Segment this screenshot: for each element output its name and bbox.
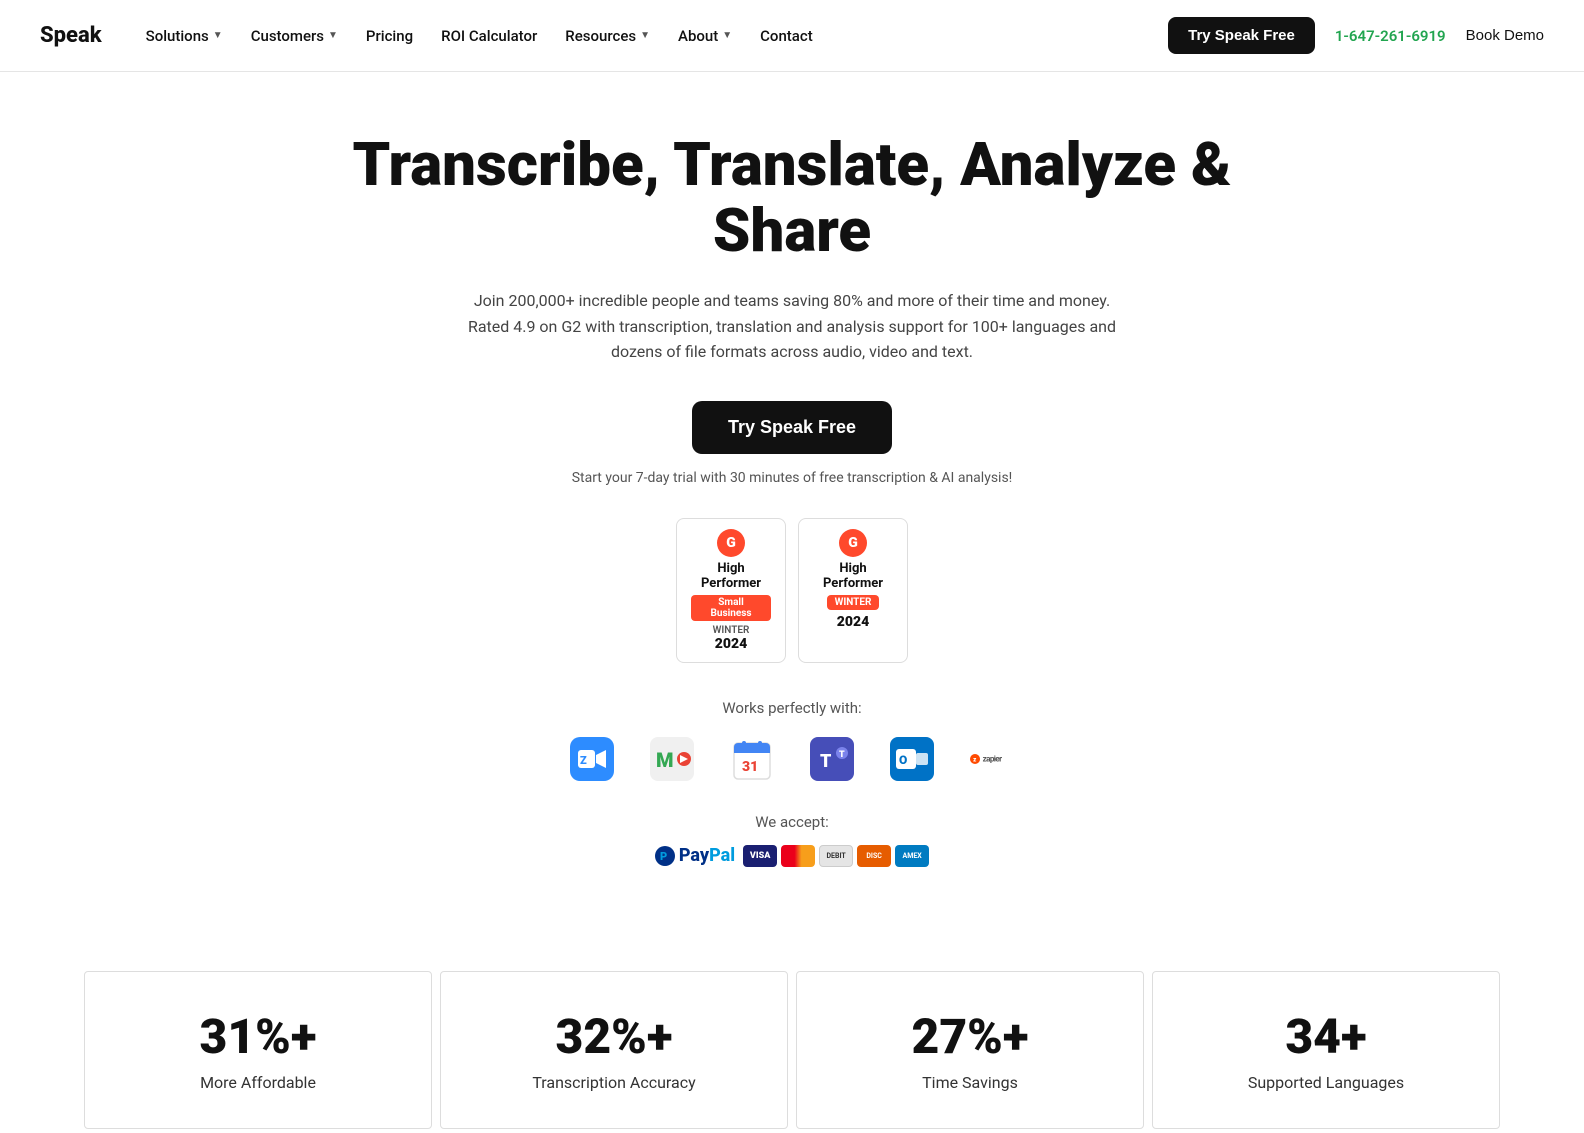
chevron-down-icon: ▼: [640, 30, 650, 41]
stat-label-time: Time Savings: [922, 1073, 1018, 1092]
outlook-icon: O: [890, 737, 934, 781]
google-meet-icon: M: [650, 737, 694, 781]
hero-title: Transcribe, Translate, Analyze & Share: [342, 132, 1242, 264]
nav-pricing[interactable]: Pricing: [354, 19, 425, 53]
stat-label-languages: Supported Languages: [1248, 1073, 1404, 1092]
accept-label: We accept:: [755, 813, 829, 831]
integrations-list: Z M 31 T: [570, 737, 1014, 781]
stat-label-affordable: More Affordable: [200, 1073, 316, 1092]
works-with-label: Works perfectly with:: [722, 699, 861, 717]
visa-card-logo: VISA: [743, 845, 777, 867]
svg-text:31: 31: [742, 759, 758, 775]
navbar: Speak Solutions ▼ Customers ▼ Pricing RO…: [0, 0, 1584, 72]
stat-number-time: 27%+: [912, 1008, 1029, 1065]
svg-text:M: M: [656, 748, 674, 772]
svg-text:zapier: zapier: [983, 753, 1003, 763]
nav-resources[interactable]: Resources ▼: [553, 19, 662, 53]
stat-number-languages: 34+: [1285, 1008, 1366, 1065]
trial-text: Start your 7-day trial with 30 minutes o…: [572, 470, 1013, 486]
nav-customers[interactable]: Customers ▼: [239, 19, 350, 53]
google-calendar-icon: 31: [730, 737, 774, 781]
g2-badges: G High Performer Small Business WINTER 2…: [676, 518, 908, 663]
stat-number-accuracy: 32%+: [556, 1008, 673, 1065]
stat-more-affordable: 31%+ More Affordable: [84, 971, 432, 1129]
g2-badge-winter: G High Performer WINTER 2024: [798, 518, 908, 663]
svg-text:Z: Z: [580, 754, 587, 767]
chevron-down-icon: ▼: [722, 30, 732, 41]
amex-logo: AMEX: [895, 845, 929, 867]
zapier-icon: z zapier: [970, 737, 1014, 781]
nav-about[interactable]: About ▼: [666, 19, 744, 53]
hero-subtitle: Join 200,000+ incredible people and team…: [452, 288, 1132, 365]
hero-section: Transcribe, Translate, Analyze & Share J…: [0, 72, 1584, 967]
g2-badge-small-business: G High Performer Small Business WINTER 2…: [676, 518, 786, 663]
stat-time-savings: 27%+ Time Savings: [796, 971, 1144, 1129]
chevron-down-icon: ▼: [213, 30, 223, 41]
mastercard-logo: [781, 845, 815, 867]
try-speak-free-nav-button[interactable]: Try Speak Free: [1168, 17, 1315, 54]
paypal-text: PayPal: [679, 845, 735, 866]
svg-text:T: T: [839, 750, 845, 760]
stat-transcription-accuracy: 32%+ Transcription Accuracy: [440, 971, 788, 1129]
navbar-right: Try Speak Free 1-647-261-6919 Book Demo: [1168, 17, 1544, 54]
microsoft-teams-icon: T T: [810, 737, 854, 781]
svg-text:P: P: [660, 850, 667, 863]
g2-logo-1: G: [717, 529, 745, 557]
paypal-logo: P PayPal: [655, 845, 735, 866]
nav-solutions[interactable]: Solutions ▼: [134, 19, 235, 53]
nav-links: Solutions ▼ Customers ▼ Pricing ROI Calc…: [134, 19, 825, 53]
mastercard-2-logo: DEBIT: [819, 845, 853, 867]
stat-number-affordable: 31%+: [200, 1008, 317, 1065]
stat-supported-languages: 34+ Supported Languages: [1152, 971, 1500, 1129]
stats-row: 31%+ More Affordable 32%+ Transcription …: [0, 967, 1584, 1133]
brand-logo[interactable]: Speak: [40, 23, 102, 48]
chevron-down-icon: ▼: [328, 30, 338, 41]
svg-text:O: O: [899, 753, 907, 767]
discover-logo: DISC: [857, 845, 891, 867]
nav-roi-calculator[interactable]: ROI Calculator: [429, 19, 549, 53]
try-speak-free-hero-button[interactable]: Try Speak Free: [692, 401, 892, 454]
svg-text:T: T: [820, 751, 832, 772]
zoom-icon: Z: [570, 737, 614, 781]
stat-label-accuracy: Transcription Accuracy: [532, 1073, 695, 1092]
phone-link[interactable]: 1-647-261-6919: [1335, 27, 1446, 45]
g2-logo-2: G: [839, 529, 867, 557]
book-demo-button[interactable]: Book Demo: [1466, 27, 1544, 44]
nav-contact[interactable]: Contact: [748, 19, 825, 53]
navbar-left: Speak Solutions ▼ Customers ▼ Pricing RO…: [40, 19, 825, 53]
payment-methods: P PayPal VISA DEBIT DISC AMEX: [655, 845, 929, 867]
card-logos: VISA DEBIT DISC AMEX: [743, 845, 929, 867]
